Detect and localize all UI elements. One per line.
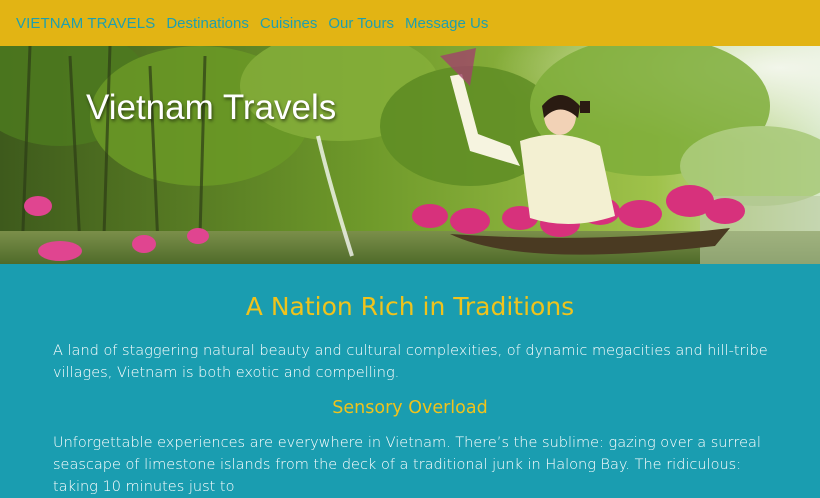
intro-paragraph: A land of staggering natural beauty and … bbox=[53, 343, 768, 381]
top-navbar: VIETNAM TRAVELS Destinations Cuisines Ou… bbox=[0, 0, 820, 46]
sub-heading: Sensory Overload bbox=[332, 398, 488, 418]
nav-brand-link[interactable]: VIETNAM TRAVELS bbox=[16, 15, 155, 32]
nav-link-our-tours[interactable]: Our Tours bbox=[328, 15, 394, 32]
hero-image bbox=[0, 46, 820, 264]
nav-link-destinations[interactable]: Destinations bbox=[166, 15, 249, 32]
body-paragraph: Unforgettable experiences are everywhere… bbox=[53, 435, 761, 495]
nav-link-message-us[interactable]: Message Us bbox=[405, 15, 488, 32]
main-content: A Nation Rich in Traditions A land of st… bbox=[0, 264, 820, 495]
section-heading: A Nation Rich in Traditions bbox=[245, 292, 575, 321]
hero-title: Vietnam Travels bbox=[86, 88, 337, 127]
nav-link-cuisines[interactable]: Cuisines bbox=[260, 15, 318, 32]
hero-banner: Vietnam Travels bbox=[0, 46, 820, 264]
